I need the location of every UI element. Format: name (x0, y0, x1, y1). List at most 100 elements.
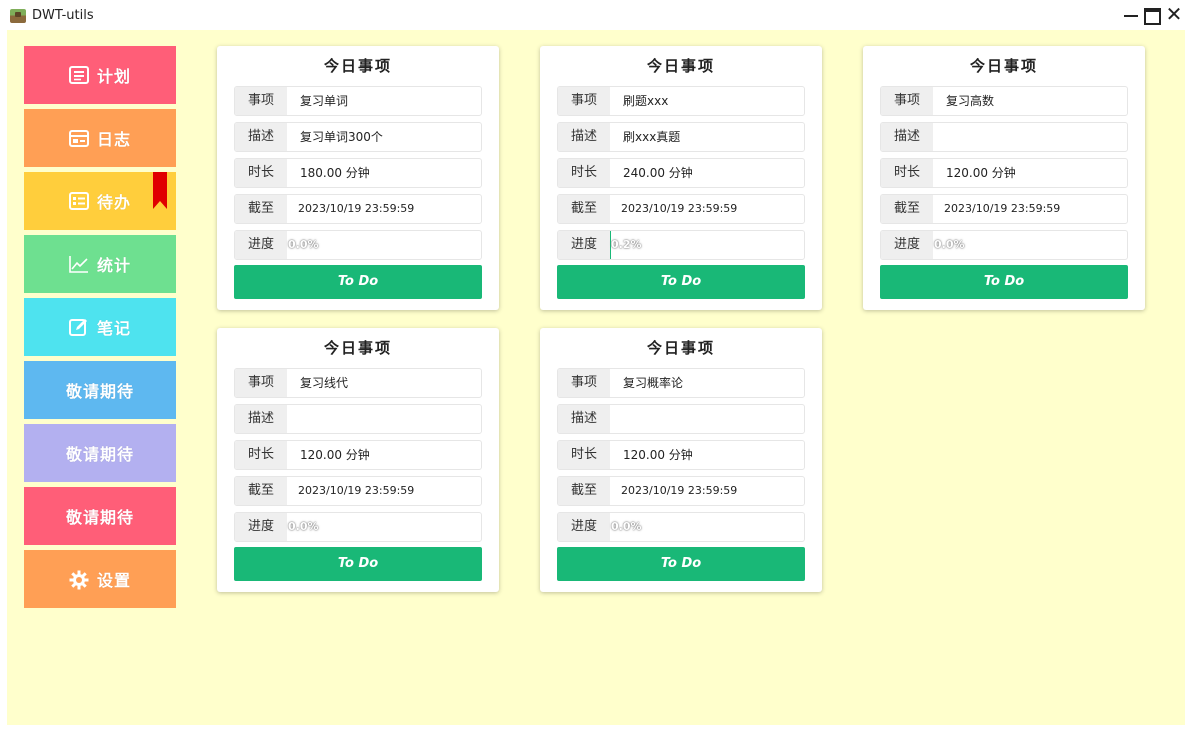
progress-label: 进度 (235, 231, 287, 259)
item-label: 事项 (235, 369, 287, 397)
desc-label: 描述 (558, 405, 610, 433)
todo-button[interactable]: To Do (234, 547, 482, 581)
todo-button[interactable]: To Do (557, 265, 805, 299)
deadline-row: 截至 2023/10/19 23:59:59 (880, 194, 1128, 224)
sidebar-item-notes[interactable]: 笔记 (24, 298, 176, 356)
checklist-icon (68, 192, 89, 210)
duration-value: 180.00 分钟 (300, 166, 370, 180)
deadline-label: 截至 (558, 195, 610, 223)
duration-row: 时长 120.00 分钟 (557, 440, 805, 470)
item-value: 复习单词 (300, 94, 349, 108)
deadline-value: 2023/10/19 23:59:59 (621, 484, 738, 497)
todo-button[interactable]: To Do (557, 547, 805, 581)
progress-text: 0.2% (611, 238, 642, 251)
item-value: 复习概率论 (623, 376, 684, 390)
edit-icon (68, 318, 89, 336)
sidebar-item-label: 待办 (96, 193, 131, 212)
card-title: 今日事项 (969, 57, 1038, 75)
progress-text: 0.0% (288, 520, 319, 533)
duration-value: 120.00 分钟 (623, 448, 693, 462)
maximize-icon[interactable] (1143, 4, 1161, 25)
progress-text: 0.0% (611, 520, 642, 533)
desc-value: 刷xxx真题 (623, 130, 681, 144)
desc-value: 复习单词300个 (300, 130, 383, 144)
progress-bar: 0.2% (610, 231, 804, 259)
duration-label: 时长 (235, 159, 287, 187)
app-logo-icon (10, 9, 26, 23)
gear-icon (69, 570, 89, 590)
deadline-row: 截至 2023/10/19 23:59:59 (557, 476, 805, 506)
desc-label: 描述 (235, 123, 287, 151)
item-row: 事项 复习线代 (234, 368, 482, 398)
sidebar-item-coming-soon-1[interactable]: 敬请期待 (24, 361, 176, 419)
close-icon[interactable]: ✕ (1165, 4, 1183, 24)
minimize-icon[interactable] (1122, 4, 1140, 24)
deadline-value: 2023/10/19 23:59:59 (944, 202, 1061, 215)
calendar-icon (68, 129, 89, 147)
list-icon (68, 66, 89, 84)
deadline-row: 截至 2023/10/19 23:59:59 (557, 194, 805, 224)
sidebar-item-coming-soon-3[interactable]: 敬请期待 (24, 487, 176, 545)
duration-label: 时长 (235, 441, 287, 469)
sidebar-item-label: 敬请期待 (65, 382, 134, 401)
sidebar-item-settings[interactable]: 设置 (24, 550, 176, 608)
progress-row: 进度 0.0% (557, 512, 805, 542)
sidebar-item-coming-soon-2[interactable]: 敬请期待 (24, 424, 176, 482)
deadline-row: 截至 2023/10/19 23:59:59 (234, 476, 482, 506)
desc-row: 描述 (557, 404, 805, 434)
item-label: 事项 (558, 369, 610, 397)
deadline-label: 截至 (235, 477, 287, 505)
desc-row: 描述 (880, 122, 1128, 152)
deadline-label: 截至 (881, 195, 933, 223)
deadline-value: 2023/10/19 23:59:59 (621, 202, 738, 215)
duration-row: 时长 120.00 分钟 (234, 440, 482, 470)
progress-text: 0.0% (288, 238, 319, 251)
task-card: 今日事项 事项 刷题xxx 描述 刷xxx真题 时长 240.00 分钟 截至 … (540, 46, 822, 310)
sidebar-item-stats[interactable]: 统计 (24, 235, 176, 293)
window-title: DWT-utils (32, 8, 94, 23)
sidebar-item-label: 计划 (96, 67, 131, 86)
item-label: 事项 (235, 87, 287, 115)
duration-label: 时长 (558, 441, 610, 469)
duration-value: 120.00 分钟 (946, 166, 1016, 180)
progress-label: 进度 (881, 231, 933, 259)
title-bar: DWT-utils ✕ (0, 0, 1190, 30)
progress-bar: 0.0% (933, 231, 1127, 259)
progress-row: 进度 0.0% (234, 512, 482, 542)
duration-value: 240.00 分钟 (623, 166, 693, 180)
progress-label: 进度 (558, 231, 610, 259)
task-card: 今日事项 事项 复习线代 描述 时长 120.00 分钟 截至 2023/10/… (217, 328, 499, 592)
progress-bar: 0.0% (610, 513, 804, 541)
sidebar-item-label: 敬请期待 (65, 508, 134, 527)
sidebar-item-label: 敬请期待 (65, 445, 134, 464)
progress-text: 0.0% (934, 238, 965, 251)
item-value: 复习高数 (946, 94, 995, 108)
desc-label: 描述 (881, 123, 933, 151)
todo-button[interactable]: To Do (880, 265, 1128, 299)
duration-value: 120.00 分钟 (300, 448, 370, 462)
sidebar-item-label: 统计 (96, 256, 131, 275)
task-card: 今日事项 事项 复习单词 描述 复习单词300个 时长 180.00 分钟 截至… (217, 46, 499, 310)
sidebar-item-label: 设置 (96, 571, 131, 590)
todo-button[interactable]: To Do (234, 265, 482, 299)
task-card: 今日事项 事项 复习概率论 描述 时长 120.00 分钟 截至 2023/10… (540, 328, 822, 592)
duration-row: 时长 240.00 分钟 (557, 158, 805, 188)
sidebar-item-log[interactable]: 日志 (24, 109, 176, 167)
duration-label: 时长 (558, 159, 610, 187)
item-value: 复习线代 (300, 376, 349, 390)
desc-label: 描述 (235, 405, 287, 433)
sidebar-item-label: 笔记 (96, 319, 131, 338)
card-title: 今日事项 (323, 57, 392, 75)
item-row: 事项 复习高数 (880, 86, 1128, 116)
progress-row: 进度 0.0% (880, 230, 1128, 260)
desc-label: 描述 (558, 123, 610, 151)
item-label: 事项 (881, 87, 933, 115)
deadline-label: 截至 (558, 477, 610, 505)
desc-row: 描述 (234, 404, 482, 434)
sidebar: 计划 日志 待办 统计 笔记 敬请期待 敬请期待 敬请期待 设置 (24, 46, 176, 613)
task-card: 今日事项 事项 复习高数 描述 时长 120.00 分钟 截至 2023/10/… (863, 46, 1145, 310)
sidebar-item-plan[interactable]: 计划 (24, 46, 176, 104)
progress-row: 进度 0.0% (234, 230, 482, 260)
deadline-value: 2023/10/19 23:59:59 (298, 484, 415, 497)
sidebar-item-todo[interactable]: 待办 (24, 172, 176, 230)
